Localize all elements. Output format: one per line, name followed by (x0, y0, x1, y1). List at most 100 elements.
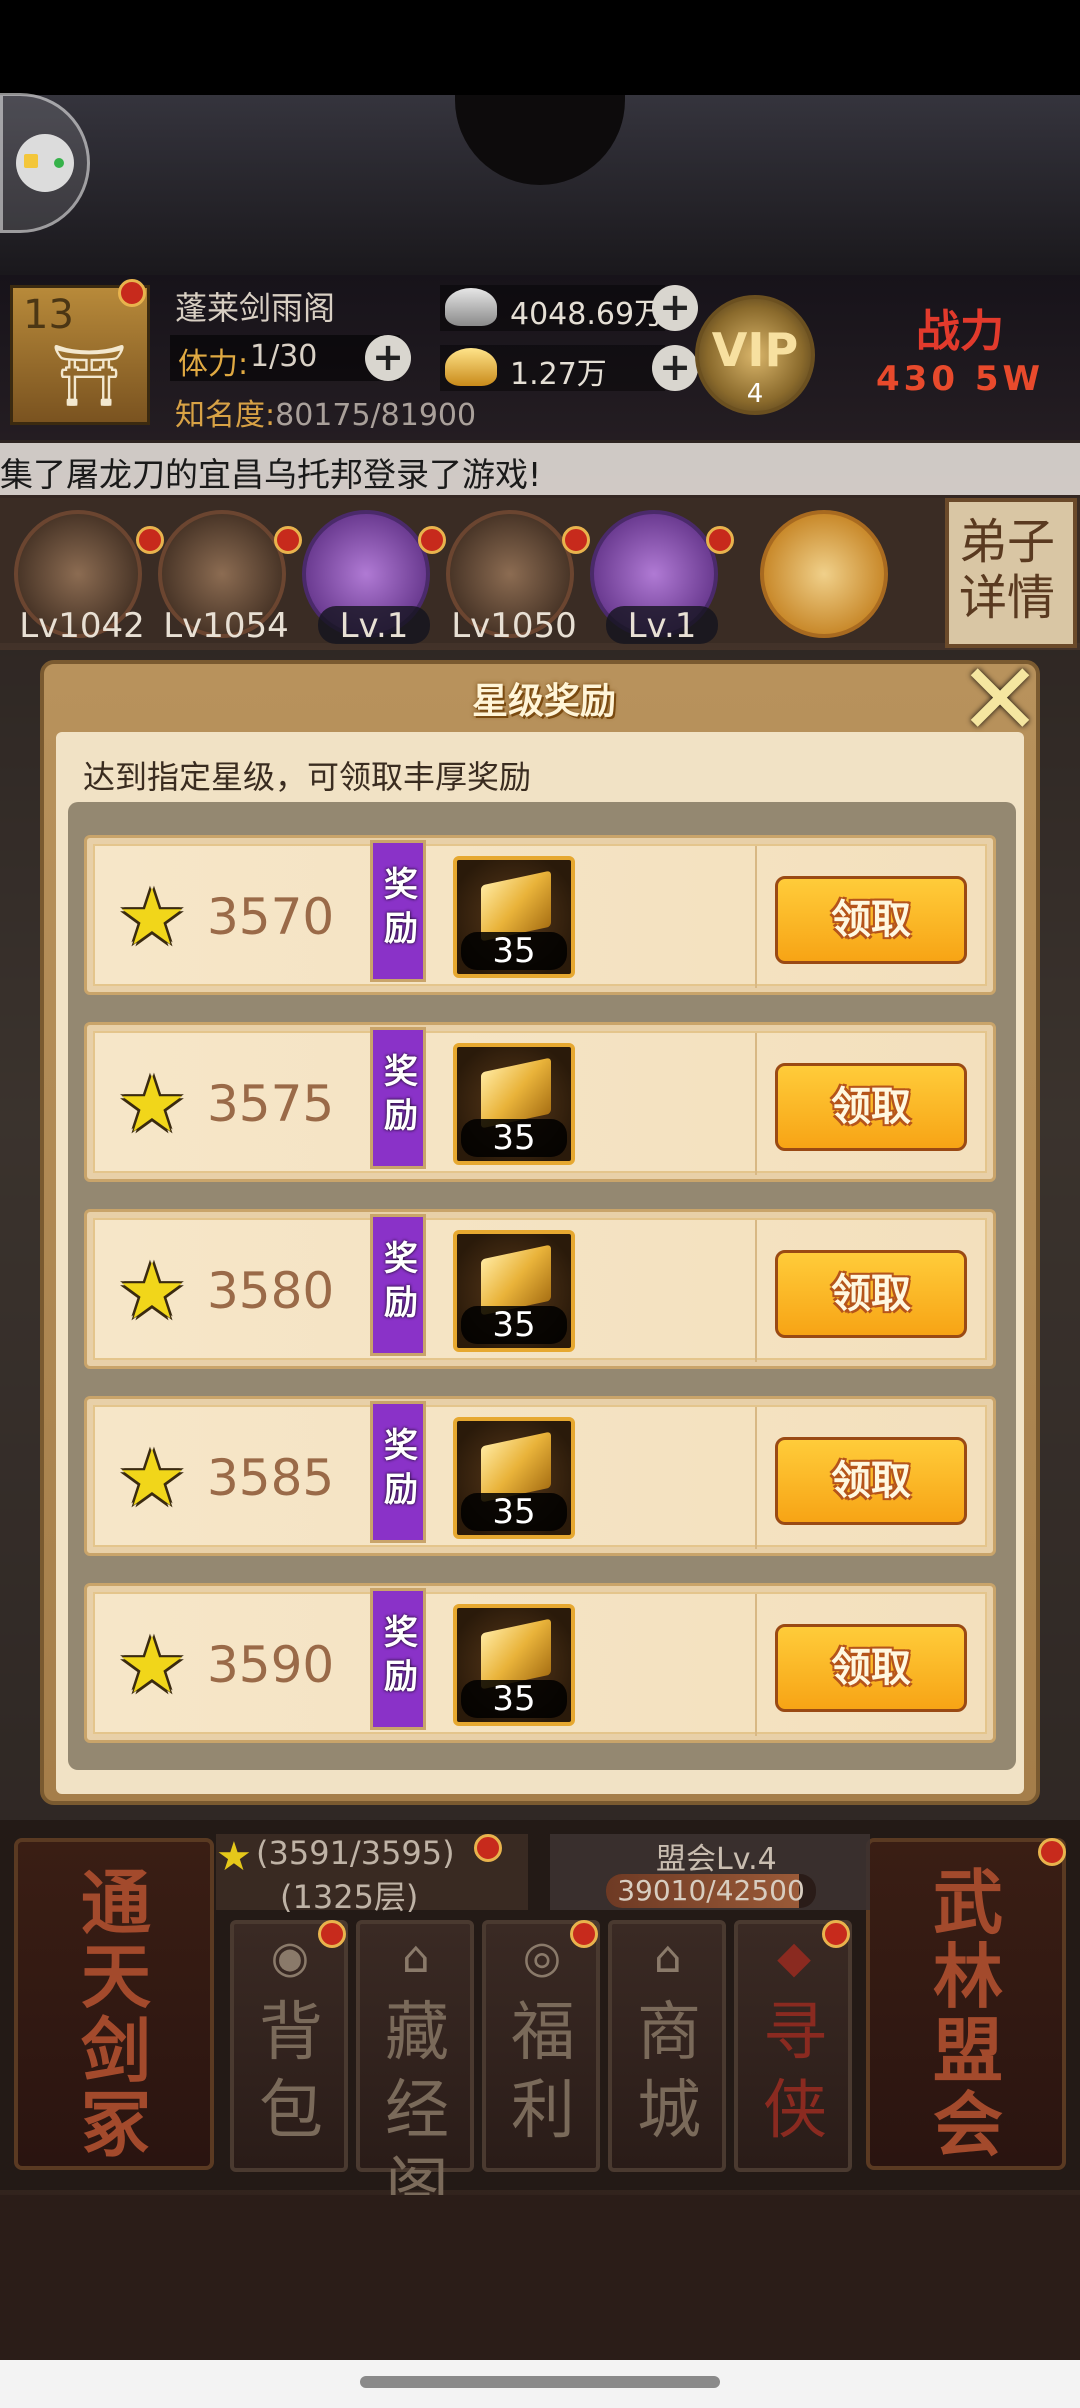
reward-row: ★ 3570 奖励 35 领取 (84, 835, 996, 995)
fame-value: 80175/81900 (275, 398, 477, 433)
reward-tag: 奖励 (370, 1588, 426, 1730)
claim-button-label: 领取 (831, 1645, 911, 1691)
player-name: 蓬莱剑雨阁 (175, 289, 336, 327)
power-label: 战力 (916, 306, 1004, 357)
disciple-avatar[interactable]: Lv1054 (158, 510, 302, 646)
guild-progress-value: 39010/42500 (617, 1874, 805, 1907)
star-icon: ★ (117, 873, 187, 963)
menu-label: 寻侠 (763, 1996, 827, 2148)
gold-bar-item[interactable]: 35 (453, 1043, 575, 1165)
required-stars: 3570 (207, 888, 335, 946)
guild-progress-bar: 39010/42500 (606, 1874, 816, 1908)
add-stamina-button[interactable]: + (365, 335, 411, 381)
menu-label: 藏经阁 (385, 1996, 449, 2226)
disciple-details-label: 弟子详情 (959, 514, 1056, 626)
item-quantity: 35 (461, 1493, 567, 1531)
notification-dot (570, 1920, 598, 1948)
notification-dot (474, 1834, 502, 1862)
silver-value: 4048.69万 (510, 297, 665, 332)
stamina-value: 1/30 (250, 339, 318, 374)
vip-badge[interactable]: VIP 4 (695, 295, 815, 415)
notification-dot (318, 1920, 346, 1948)
claim-button-label: 领取 (831, 1271, 911, 1317)
silver-ingot-icon (445, 288, 497, 326)
gold-bar-item[interactable]: 35 (453, 856, 575, 978)
alliance-label: 武林盟会 (933, 1861, 1003, 2166)
notification-dot (1038, 1838, 1066, 1866)
disciple-avatar[interactable]: Lv1042 (14, 510, 164, 646)
gold-currency: 1.27万 (440, 345, 665, 392)
dialog-title: 星级奖励 (471, 681, 616, 722)
menu-bag[interactable]: ◉ 背包 (230, 1920, 348, 2172)
disciple-level: Lv.1 (606, 606, 718, 646)
reward-row-body: ★ 3585 奖励 35 领取 (93, 1401, 987, 1549)
reward-row-body: ★ 3580 奖励 35 领取 (93, 1214, 987, 1362)
reward-tag-label: 奖励 (384, 1426, 418, 1510)
star-icon: ★ (117, 1247, 187, 1337)
reward-tag-label: 奖励 (384, 865, 418, 949)
item-quantity: 35 (461, 1119, 567, 1157)
alliance-button[interactable]: 武林盟会 (866, 1838, 1066, 2170)
claim-button[interactable]: 领取 (775, 1624, 967, 1712)
reward-tag: 奖励 (370, 840, 426, 982)
reward-row: ★ 3585 奖励 35 领取 (84, 1396, 996, 1556)
stamina-label: 体力: (178, 347, 249, 382)
home-indicator[interactable] (360, 2376, 720, 2388)
close-icon[interactable]: ✕ (950, 650, 1050, 750)
notification-dot (118, 279, 146, 307)
disciple-level: Lv1050 (451, 606, 577, 646)
disciple-avatar[interactable] (760, 510, 888, 638)
tower-floor: (1325层) (280, 1878, 419, 1916)
vip-level: 4 (746, 379, 764, 409)
add-gold-button[interactable]: + (652, 345, 698, 391)
guild-status[interactable]: 盟会Lv.4 39010/42500 (550, 1834, 870, 1910)
disciple-level: Lv1054 (163, 606, 289, 646)
menu-label: 商城 (637, 1996, 701, 2148)
reward-row: ★ 3580 奖励 35 领取 (84, 1209, 996, 1369)
disciple-avatar[interactable]: Lv.1 (590, 510, 734, 646)
divider (755, 1407, 757, 1549)
gold-value: 1.27万 (510, 357, 607, 392)
gold-bar-item[interactable]: 35 (453, 1604, 575, 1726)
disciple-level: Lv1042 (19, 606, 145, 646)
announcement-text: 集了屠龙刀的宜昌乌托邦登录了游戏! (0, 455, 542, 494)
disciple-details-button[interactable]: 弟子详情 (945, 498, 1077, 648)
disciple-avatar[interactable]: Lv.1 (302, 510, 446, 646)
notification-dot (822, 1920, 850, 1948)
notification-dot (706, 526, 734, 554)
menu-welfare[interactable]: ◎ 福利 (482, 1920, 600, 2172)
shop-icon: ⌂ (654, 1932, 682, 1983)
item-quantity: 35 (461, 1306, 567, 1344)
star-progress[interactable]: ★ (3591/3595) (1325层) (216, 1834, 528, 1916)
menu-seek[interactable]: ◆ 寻侠 (734, 1920, 852, 2172)
star-icon: ★ (117, 1060, 187, 1150)
vip-label: VIP (711, 323, 799, 377)
reward-tag: 奖励 (370, 1214, 426, 1356)
star-progress-value: (3591/3595) (256, 1834, 455, 1872)
divider (755, 846, 757, 988)
gamepad-icon (16, 134, 74, 192)
seek-icon: ◆ (777, 1932, 811, 1983)
required-stars: 3575 (207, 1075, 335, 1133)
dialog-description: 达到指定星级，可领取丰厚奖励 (83, 758, 532, 796)
add-silver-button[interactable]: + (652, 285, 698, 331)
menu-label: 背包 (259, 1996, 323, 2148)
required-stars: 3585 (207, 1449, 335, 1507)
claim-button[interactable]: 领取 (775, 1437, 967, 1525)
star-icon: ★ (117, 1621, 187, 1711)
disciple-avatar[interactable]: Lv1050 (446, 510, 590, 646)
gold-bar-item[interactable]: 35 (453, 1417, 575, 1539)
divider (755, 1220, 757, 1362)
menu-shop[interactable]: ⌂ 商城 (608, 1920, 726, 2172)
player-level: 13 (23, 292, 74, 338)
claim-button[interactable]: 领取 (775, 1250, 967, 1338)
disciple-level (760, 606, 896, 644)
claim-button[interactable]: 领取 (775, 1063, 967, 1151)
menu-pavilion[interactable]: ⌂ 藏经阁 (356, 1920, 474, 2226)
tower-button[interactable]: 通天剑冢 (14, 1838, 214, 2170)
gold-bar-item[interactable]: 35 (453, 1230, 575, 1352)
claim-button[interactable]: 领取 (775, 876, 967, 964)
required-stars: 3590 (207, 1636, 335, 1694)
reward-tag-label: 奖励 (384, 1239, 418, 1323)
power-value: 430 5W (876, 359, 1044, 399)
